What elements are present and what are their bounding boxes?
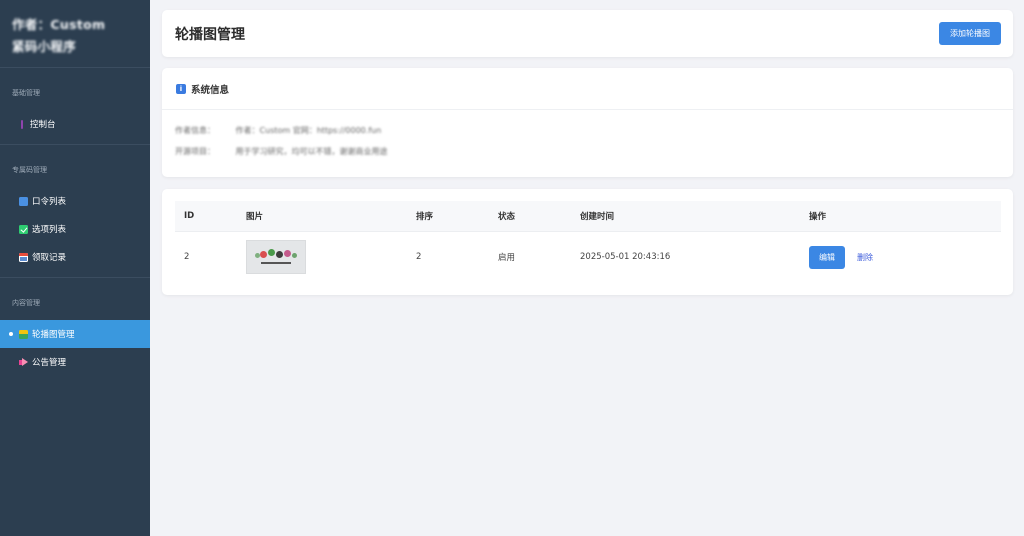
sidebar-item-label: 轮播图管理 <box>32 330 75 340</box>
brand-line-1: 作者：Custom <box>12 17 106 32</box>
table-header-row: ID 图片 排序 状态 创建时间 操作 <box>175 201 1001 231</box>
column-header-status: 状态 <box>498 211 516 222</box>
checkbox-icon <box>19 224 28 234</box>
row-actions: 编辑 删除 <box>809 245 1001 269</box>
cell-sort: 2 <box>416 252 422 263</box>
carousel-table: ID 图片 排序 状态 创建时间 操作 2 2 启用 2025-05-01 20… <box>175 201 1001 283</box>
sidebar-item-carousel[interactable]: 轮播图管理 <box>0 320 150 348</box>
cell-created: 2025-05-01 20:43:16 <box>580 252 671 263</box>
sidebar-item-announcements[interactable]: 公告管理 <box>0 348 150 376</box>
column-header-sort: 排序 <box>416 211 434 222</box>
header-card: 轮播图管理 添加轮播图 <box>162 10 1013 57</box>
numbers-icon <box>19 196 28 206</box>
add-carousel-button[interactable]: 添加轮播图 <box>939 22 1001 45</box>
system-info-title: 系统信息 <box>191 84 230 96</box>
info-label: 作者信息： <box>175 126 215 135</box>
system-info-card: i 系统信息 作者信息： 作者：Custom 官网：https://0000.f… <box>162 68 1013 177</box>
cell-actions: 编辑 删除 <box>809 231 1001 283</box>
brand-line-2: 紧码小程序 <box>12 39 77 54</box>
megaphone-icon <box>19 357 28 367</box>
picture-icon <box>19 329 28 339</box>
info-row-author: 作者信息： 作者：Custom 官网：https://0000.fun <box>175 125 381 136</box>
column-header-actions: 操作 <box>809 211 827 222</box>
cell-id: 2 <box>184 252 190 263</box>
info-row-project: 开源项目： 用于学习研究，均可以不错，谢谢商业用途 <box>175 146 388 157</box>
edit-button[interactable]: 编辑 <box>809 245 845 269</box>
info-value: 作者：Custom 官网：https://0000.fun <box>235 126 382 135</box>
delete-link[interactable]: 删除 <box>857 252 873 263</box>
carousel-thumbnail[interactable] <box>246 240 306 275</box>
brand: 作者：Custom 紧码小程序 <box>0 0 150 68</box>
active-dot-icon <box>9 332 13 336</box>
nav-section-content: 内容管理 轮播图管理 公告管理 <box>0 278 150 382</box>
page-title: 轮播图管理 <box>175 27 245 43</box>
info-label: 开源项目： <box>175 147 215 156</box>
column-header-created: 创建时间 <box>580 211 615 222</box>
dashboard-icon <box>21 119 25 129</box>
column-header-id: ID <box>184 210 195 221</box>
column-header-image: 图片 <box>246 211 264 222</box>
cell-image <box>246 231 416 283</box>
table-row: 2 2 启用 2025-05-01 20:43:16 编辑 删除 <box>175 231 1001 283</box>
info-icon: i <box>176 83 186 94</box>
sidebar-item-dashboard[interactable]: 控制台 <box>0 110 150 138</box>
sidebar-item-claim-records[interactable]: 领取记录 <box>0 243 150 271</box>
sidebar-item-label: 公告管理 <box>32 358 67 368</box>
section-title-basic: 基础管理 <box>12 89 40 97</box>
sidebar-item-label: 选项列表 <box>32 225 67 235</box>
sidebar: 作者：Custom 紧码小程序 基础管理 控制台 专属码管理 口令列表 选项列表… <box>0 0 150 536</box>
section-title-content: 内容管理 <box>12 299 40 307</box>
nav-section-basic: 基础管理 控制台 <box>0 68 150 145</box>
sidebar-item-label: 控制台 <box>30 120 56 130</box>
info-value: 用于学习研究，均可以不错，谢谢商业用途 <box>235 147 388 156</box>
calendar-icon <box>19 252 28 262</box>
section-title-codes: 专属码管理 <box>12 166 47 174</box>
sidebar-item-option-list[interactable]: 选项列表 <box>0 215 150 243</box>
sidebar-item-label: 口令列表 <box>32 197 67 207</box>
sidebar-item-label: 领取记录 <box>32 253 67 263</box>
system-info-header: i 系统信息 <box>162 68 1013 110</box>
carousel-table-card: ID 图片 排序 状态 创建时间 操作 2 2 启用 2025-05-01 20… <box>162 189 1013 295</box>
cell-status: 启用 <box>498 253 516 264</box>
sidebar-item-code-list[interactable]: 口令列表 <box>0 187 150 215</box>
nav-section-codes: 专属码管理 口令列表 选项列表 领取记录 <box>0 145 150 278</box>
